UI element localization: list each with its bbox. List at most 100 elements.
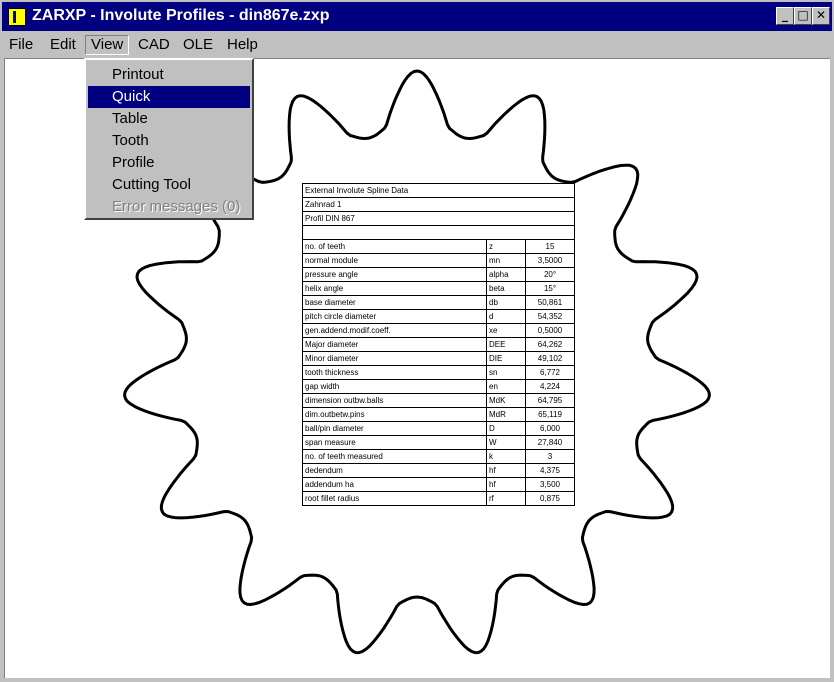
table-row: dedendum hf 4,375	[302, 463, 575, 478]
table-header-cell	[302, 225, 575, 240]
parameter-symbol-cell: hf	[486, 463, 526, 478]
parameter-name-cell: normal module	[302, 253, 487, 268]
window-title: ZARXP - Involute Profiles - din867e.zxp	[32, 7, 330, 24]
table-header-cell: Profil DIN 867	[302, 211, 575, 226]
parameter-symbol-cell: k	[486, 449, 526, 464]
menu-item-cutting-tool[interactable]: Cutting Tool	[88, 174, 250, 196]
close-button[interactable]: ✕	[812, 7, 830, 25]
menu-edit[interactable]: Edit	[45, 35, 81, 55]
parameter-value-cell: 27,840	[525, 435, 575, 450]
parameter-symbol-cell: D	[486, 421, 526, 436]
parameter-value-cell: 3,5000	[525, 253, 575, 268]
parameter-symbol-cell: z	[486, 239, 526, 254]
parameter-symbol-cell: hf	[486, 477, 526, 492]
menu-help[interactable]: Help	[222, 35, 263, 55]
parameter-value-cell: 64,262	[525, 337, 575, 352]
parameter-value-cell: 6,772	[525, 365, 575, 380]
parameter-name-cell: pressure angle	[302, 267, 487, 282]
menu-item-tooth[interactable]: Tooth	[88, 130, 250, 152]
table-header-cell: External Involute Spline Data	[302, 183, 575, 198]
parameter-name-cell: Major diameter	[302, 337, 487, 352]
parameter-name-cell: base diameter	[302, 295, 487, 310]
parameter-value-cell: 64,795	[525, 393, 575, 408]
parameter-name-cell: Minor diameter	[302, 351, 487, 366]
table-header-cell: Zahnrad 1	[302, 197, 575, 212]
parameter-symbol-cell: DIE	[486, 351, 526, 366]
parameter-value-cell: 65,119	[525, 407, 575, 422]
parameter-name-cell: tooth thickness	[302, 365, 487, 380]
parameter-value-cell: 3	[525, 449, 575, 464]
menu-ole[interactable]: OLE	[178, 35, 218, 55]
menu-file[interactable]: File	[4, 35, 38, 55]
spline-data-table: External Involute Spline Data Zahnrad 1 Pr…	[302, 183, 575, 506]
parameter-symbol-cell: MdR	[486, 407, 526, 422]
parameter-value-cell: 15	[525, 239, 575, 254]
view-menu-dropdown: Printout Quick Table Tooth Profile Cutti…	[84, 58, 254, 220]
parameter-symbol-cell: xe	[486, 323, 526, 338]
parameter-name-cell: root fillet radius	[302, 491, 487, 506]
parameter-value-cell: 15°	[525, 281, 575, 296]
minimize-button[interactable]: _	[776, 7, 794, 25]
table-row: base diameter db 50,861	[302, 295, 575, 310]
table-row: Minor diameter DIE 49,102	[302, 351, 575, 366]
menu-item-quick[interactable]: Quick	[88, 86, 250, 108]
parameter-name-cell: span measure	[302, 435, 487, 450]
menu-cad[interactable]: CAD	[133, 35, 175, 55]
parameter-name-cell: dim.outbetw.pins	[302, 407, 487, 422]
parameter-name-cell: dedendum	[302, 463, 487, 478]
table-row: normal module mn 3,5000	[302, 253, 575, 268]
table-row: dim.outbetw.pins MdR 65,119	[302, 407, 575, 422]
parameter-symbol-cell: W	[486, 435, 526, 450]
parameter-symbol-cell: sn	[486, 365, 526, 380]
parameter-value-cell: 3,500	[525, 477, 575, 492]
menu-item-printout[interactable]: Printout	[88, 64, 250, 86]
table-row: root fillet radius rf 0,875	[302, 491, 575, 506]
table-header-row: External Involute Spline Data	[302, 183, 575, 198]
parameter-value-cell: 54,352	[525, 309, 575, 324]
parameter-name-cell: gap width	[302, 379, 487, 394]
parameter-value-cell: 20°	[525, 267, 575, 282]
table-header-row: Zahnrad 1	[302, 197, 575, 212]
parameter-name-cell: dimension outbw.balls	[302, 393, 487, 408]
parameter-symbol-cell: rf	[486, 491, 526, 506]
table-header-row	[302, 225, 575, 240]
parameter-symbol-cell: d	[486, 309, 526, 324]
table-row: gap width en 4,224	[302, 379, 575, 394]
table-row: span measure W 27,840	[302, 435, 575, 450]
table-row: gen.addend.modif.coeff. xe 0,5000	[302, 323, 575, 338]
table-row: addendum ha hf 3,500	[302, 477, 575, 492]
table-row: dimension outbw.balls MdK 64,795	[302, 393, 575, 408]
menu-item-profile[interactable]: Profile	[88, 152, 250, 174]
table-row: Major diameter DEE 64,262	[302, 337, 575, 352]
table-row: tooth thickness sn 6,772	[302, 365, 575, 380]
parameter-value-cell: 49,102	[525, 351, 575, 366]
title-bar[interactable]: ZARXP - Involute Profiles - din867e.zxp …	[2, 2, 832, 31]
parameter-name-cell: no. of teeth measured	[302, 449, 487, 464]
menu-view[interactable]: View	[85, 35, 130, 55]
parameter-symbol-cell: en	[486, 379, 526, 394]
parameter-value-cell: 50,861	[525, 295, 575, 310]
table-row: no. of teeth z 15	[302, 239, 575, 254]
menu-item-table[interactable]: Table	[88, 108, 250, 130]
parameter-name-cell: gen.addend.modif.coeff.	[302, 323, 487, 338]
parameter-value-cell: 0,5000	[525, 323, 575, 338]
maximize-button[interactable]: □	[794, 7, 812, 25]
parameter-symbol-cell: mn	[486, 253, 526, 268]
parameter-value-cell: 4,224	[525, 379, 575, 394]
parameter-value-cell: 6,000	[525, 421, 575, 436]
parameter-symbol-cell: MdK	[486, 393, 526, 408]
table-row: ball/pin diameter D 6,000	[302, 421, 575, 436]
parameter-name-cell: pitch circle diameter	[302, 309, 487, 324]
app-icon[interactable]	[8, 8, 26, 26]
menu-bar: File Edit View CAD OLE Help	[2, 32, 832, 58]
parameter-name-cell: ball/pin diameter	[302, 421, 487, 436]
table-row: no. of teeth measured k 3	[302, 449, 575, 464]
table-row: pitch circle diameter d 54,352	[302, 309, 575, 324]
parameter-symbol-cell: DEE	[486, 337, 526, 352]
parameter-name-cell: no. of teeth	[302, 239, 487, 254]
parameter-name-cell: addendum ha	[302, 477, 487, 492]
table-header-row: Profil DIN 867	[302, 211, 575, 226]
parameter-name-cell: helix angle	[302, 281, 487, 296]
menu-item-error-messages: Error messages (0)	[112, 198, 241, 215]
parameter-symbol-cell: beta	[486, 281, 526, 296]
